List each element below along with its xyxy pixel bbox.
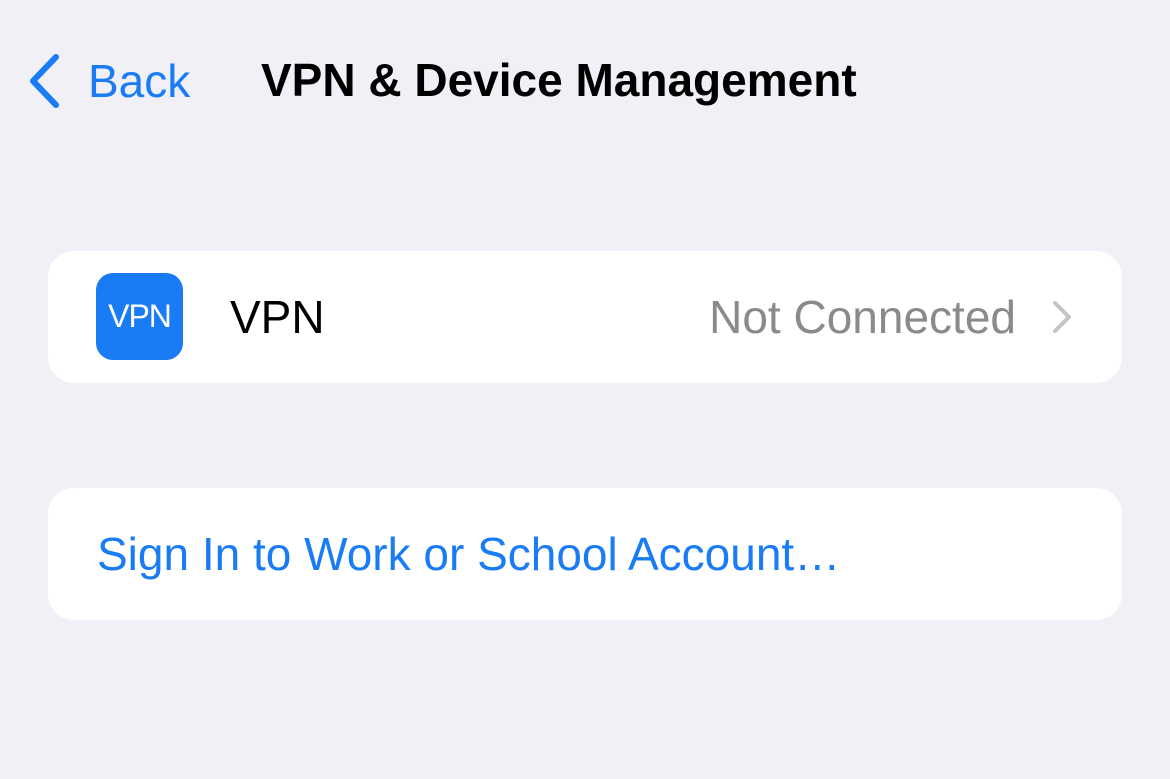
vpn-status: Not Connected	[709, 291, 1016, 343]
navigation-bar: Back VPN & Device Management	[0, 0, 1170, 160]
account-section: Sign In to Work or School Account…	[48, 488, 1122, 620]
page-title: VPN & Device Management	[261, 54, 857, 106]
chevron-left-icon[interactable]	[26, 51, 62, 111]
chevron-right-icon	[1053, 301, 1071, 333]
back-button[interactable]: Back	[26, 50, 190, 112]
vpn-app-icon: VPN	[96, 273, 183, 360]
vpn-row[interactable]: VPN VPN Not Connected	[48, 251, 1122, 383]
vpn-icon-text: VPN	[108, 298, 172, 334]
back-label[interactable]: Back	[88, 58, 190, 104]
sign-in-account-button[interactable]: Sign In to Work or School Account…	[97, 528, 840, 580]
vpn-label: VPN	[230, 291, 325, 343]
vpn-section: VPN VPN Not Connected	[48, 251, 1122, 383]
sign-in-account-row[interactable]: Sign In to Work or School Account…	[48, 488, 1122, 620]
